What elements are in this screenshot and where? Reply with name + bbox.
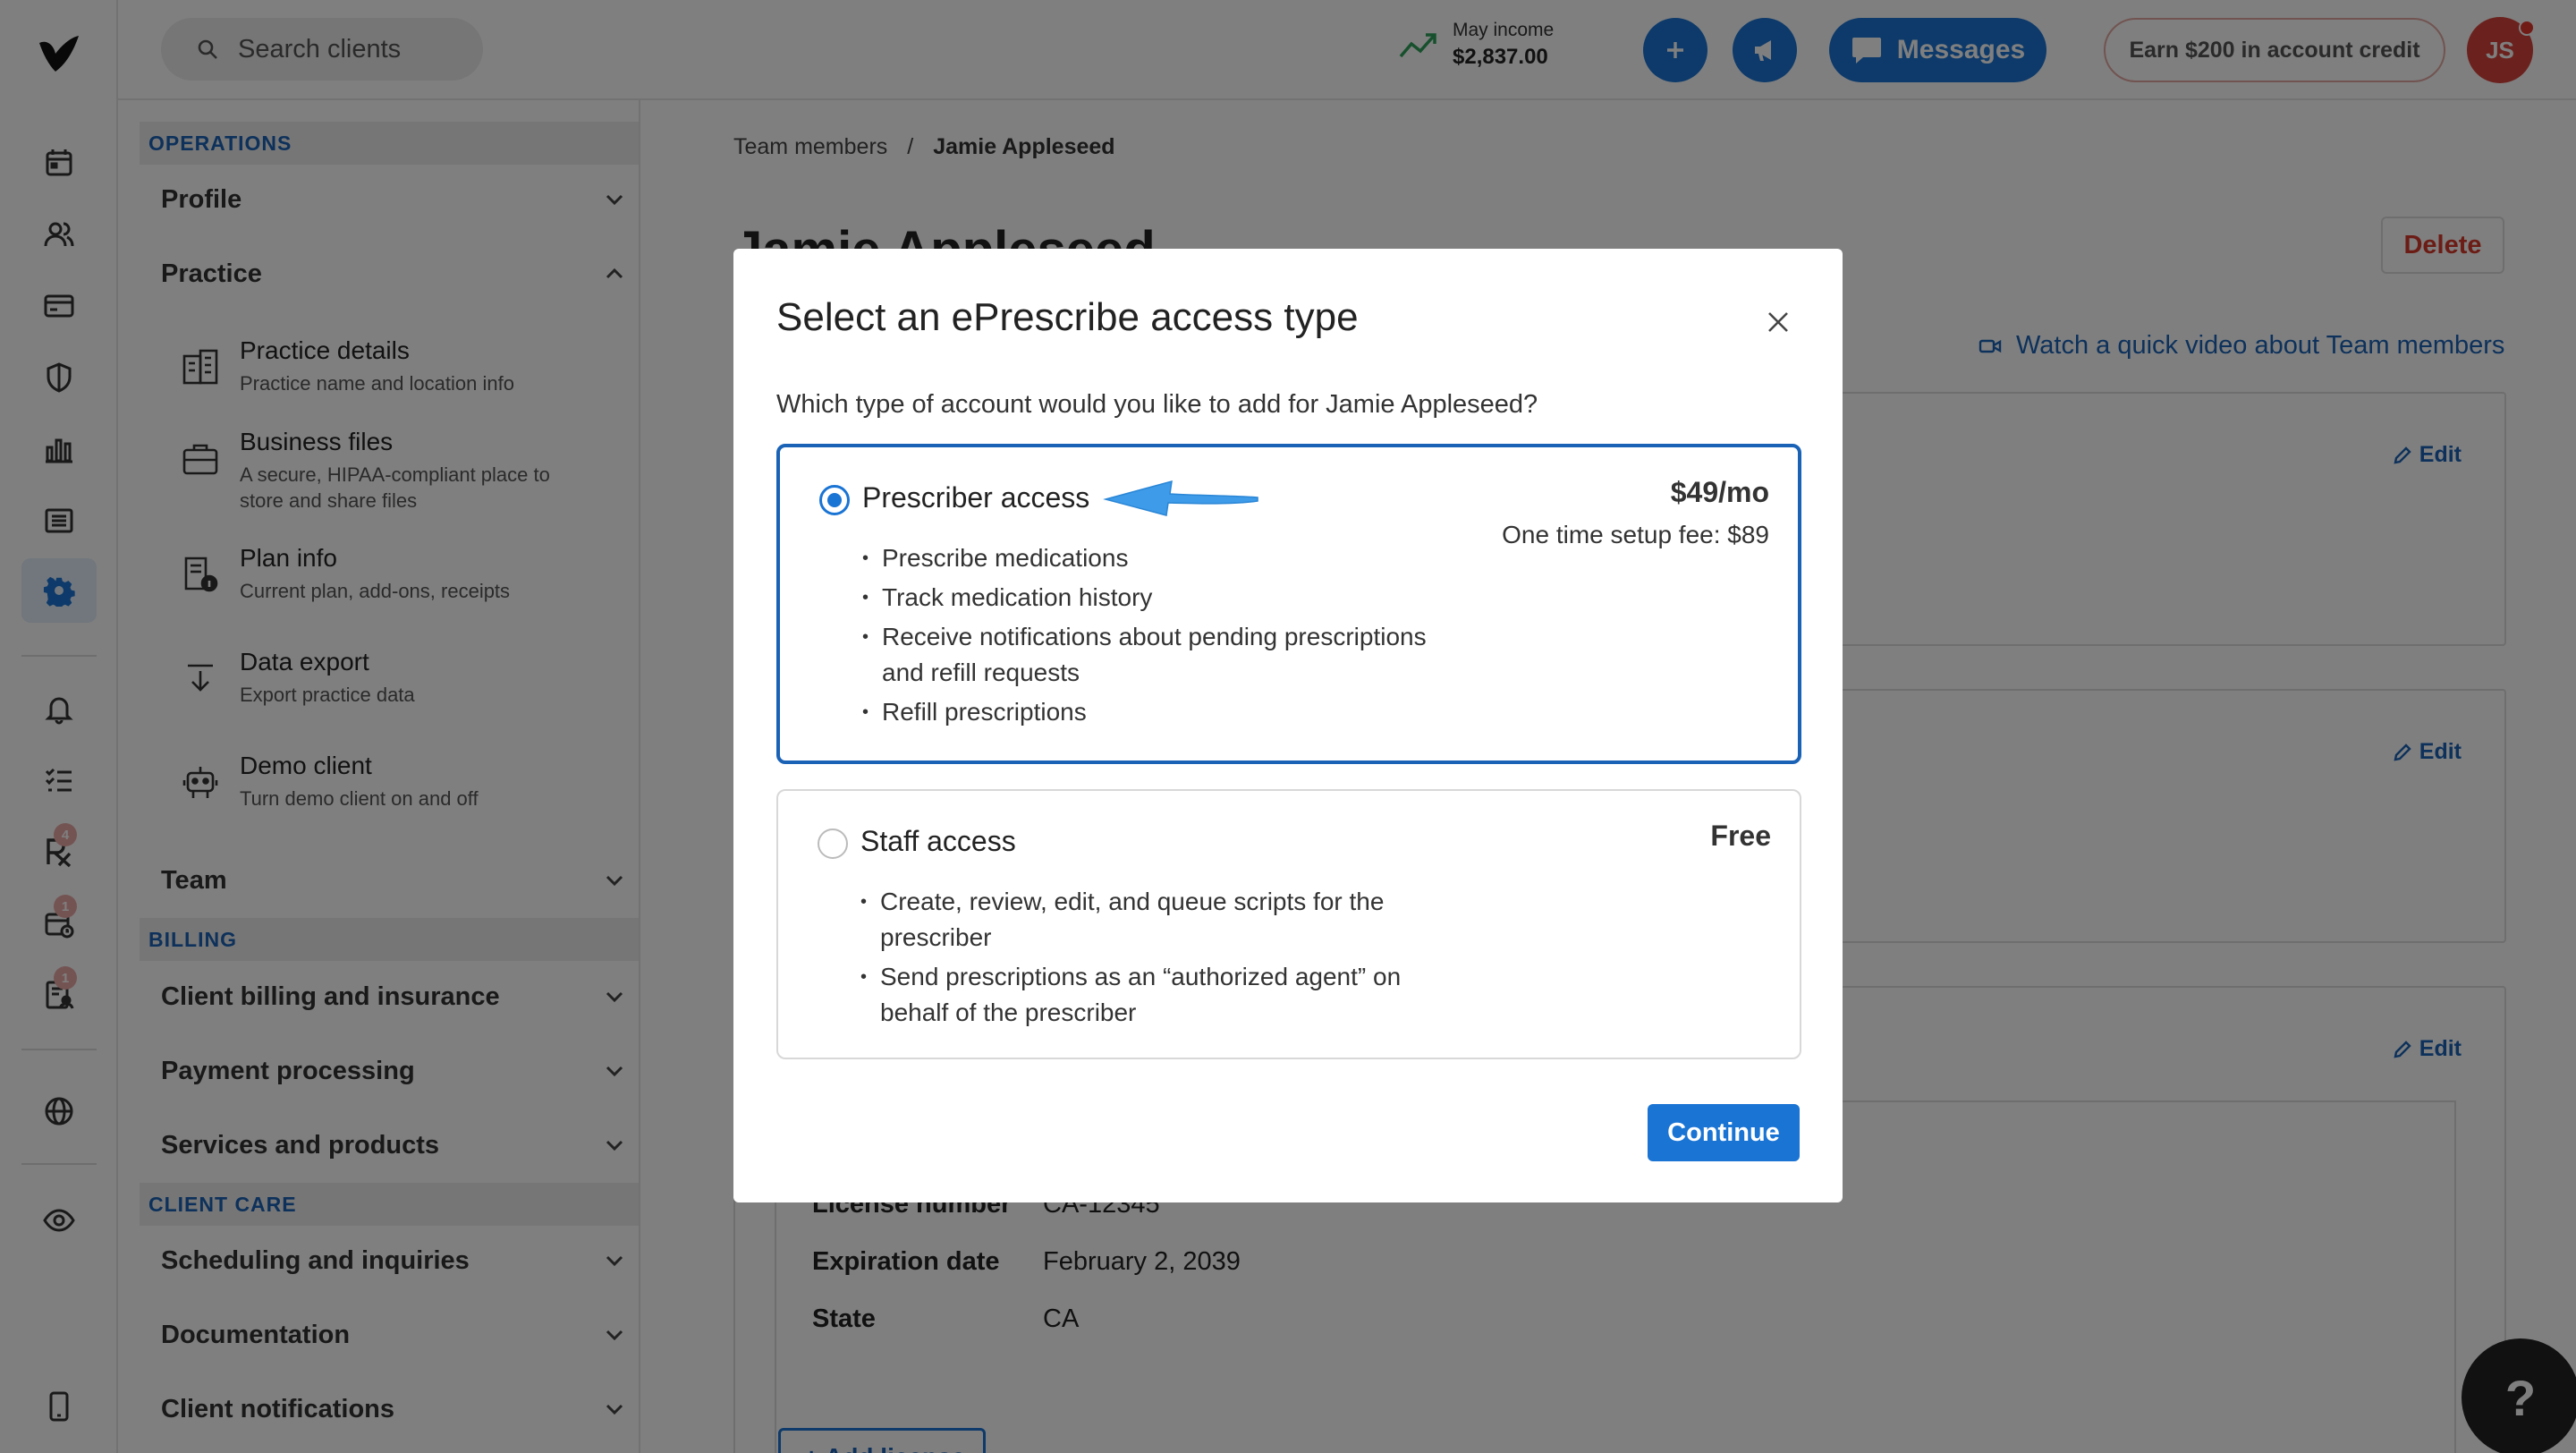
modal-title: Select an ePrescribe access type <box>776 295 1359 339</box>
feature-item: Prescribe medications <box>862 540 1470 576</box>
option-name: Staff access <box>860 825 1016 857</box>
option-setup-fee: One time setup fee: $89 <box>1502 521 1769 548</box>
option-name: Prescriber access <box>862 481 1090 514</box>
feature-item: Send prescriptions as an “authorized age… <box>860 959 1469 1031</box>
modal-question: Which type of account would you like to … <box>776 390 1538 419</box>
radio-staff-access[interactable] <box>818 828 848 859</box>
feature-item: Receive notifications about pending pres… <box>862 619 1470 691</box>
eprescribe-modal: Select an ePrescribe access type Which t… <box>733 249 1843 1202</box>
feature-list: Prescribe medications Track medication h… <box>862 540 1470 734</box>
radio-prescriber-access[interactable] <box>819 485 850 515</box>
option-price: $49/mo <box>1670 476 1769 508</box>
option-staff-access[interactable]: Staff access Free Create, review, edit, … <box>776 789 1801 1059</box>
feature-item: Track medication history <box>862 580 1470 616</box>
feature-list: Create, review, edit, and queue scripts … <box>860 884 1469 1034</box>
feature-item: Create, review, edit, and queue scripts … <box>860 884 1469 956</box>
option-prescriber-access[interactable]: Prescriber access $49/mo One time setup … <box>776 444 1801 764</box>
continue-button[interactable]: Continue <box>1648 1104 1800 1161</box>
annotation-arrow-icon <box>1103 480 1258 516</box>
feature-item: Refill prescriptions <box>862 694 1470 730</box>
option-price: Free <box>1710 820 1771 852</box>
close-icon[interactable] <box>1762 306 1794 338</box>
